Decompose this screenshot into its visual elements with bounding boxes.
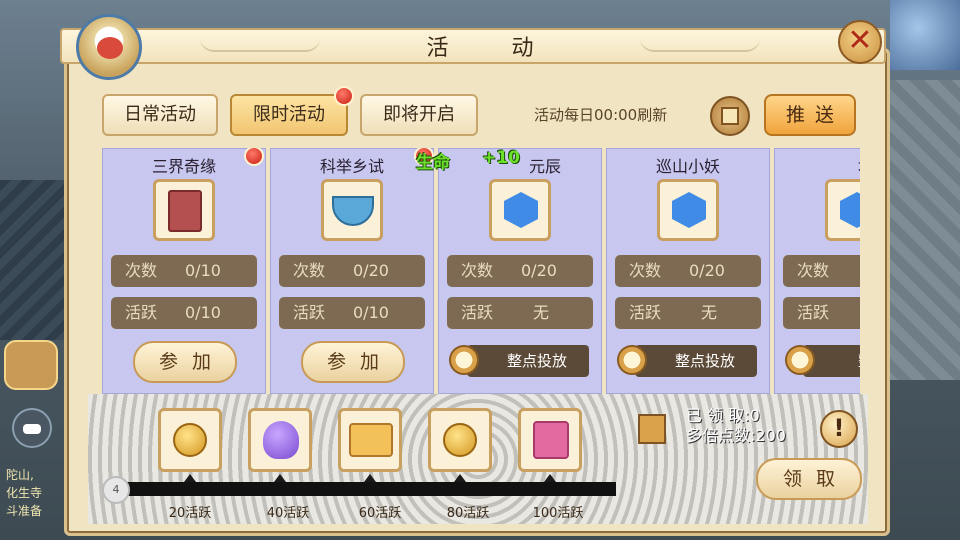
coin-icon [173,423,207,457]
activity-name: 元辰 [528,157,561,176]
tier-label: 80活跃 [446,506,490,521]
multiplier-points: 多倍点数:200 [686,426,786,445]
reward-chest-40[interactable] [248,408,312,472]
count-label: 次数 [461,261,494,280]
friend-icon[interactable] [4,340,58,390]
activity-card[interactable]: 科举乡试 次数 0/20 活跃 0/10 参加 [270,148,434,394]
active-row: 活跃 无 [447,297,593,329]
tick-marker [184,474,196,482]
chat-line-3: 斗准备 [6,504,43,518]
settings-grid-icon[interactable] [710,96,750,136]
activity-name: 地煞 [775,153,860,177]
gift-icon [533,421,569,459]
active-value: 无 [701,303,718,322]
refresh-notice: 活动每日00:00刷新 [534,106,668,124]
gem-icon [657,179,719,241]
active-label: 活跃 [125,303,158,322]
count-label: 次数 [293,261,326,280]
tier-label: 40活跃 [266,506,310,521]
bag-icon [263,421,299,459]
reward-chest-20[interactable] [158,408,222,472]
count-value: 0/20 [353,261,389,280]
hourly-drop-button[interactable]: 整点投放 [635,345,757,377]
reward-chest-80[interactable] [428,408,492,472]
active-label: 活跃 [461,303,494,322]
count-label: 次数 [797,261,830,280]
info-icon[interactable]: ! [820,410,858,448]
tier-label: 60活跃 [358,506,402,521]
scroll-icon [349,423,393,457]
multiplier-book-icon [638,414,666,444]
activity-progress-bar [106,482,616,496]
activity-card[interactable]: 元辰 次数 0/20 活跃 无 整点投放 [438,148,602,394]
gem-icon [489,179,551,241]
push-button[interactable]: 推送 [764,94,856,136]
received-count: 已 领 取:0 [686,406,760,425]
activity-name: 三界奇缘 [151,157,216,176]
active-value: 0/10 [353,303,389,322]
clock-icon [449,345,479,375]
activity-card-list[interactable]: 三界奇缘 次数 0/10 活跃 0/10 参加 科举乡试 次数 0/20 活跃 0/10… [102,148,860,394]
active-label: 活跃 [293,303,326,322]
count-label: 次数 [125,261,158,280]
tab-upcoming[interactable]: 即将开启 [360,94,478,136]
count-row: 次数 0/10 [111,255,257,287]
chat-line-1: 陀山, [6,468,34,482]
tick-marker [274,474,286,482]
book-icon [153,179,215,241]
chat-icon[interactable] [12,408,52,448]
notification-dot [334,86,354,106]
count-value: 0/20 [689,261,725,280]
active-row: 活跃 无 [615,297,761,329]
close-button[interactable]: ✕ [838,20,882,64]
hero-portrait-icon [76,14,142,80]
count-row: 次数 0/20 [447,255,593,287]
tick-marker [544,474,556,482]
reward-chest-60[interactable] [338,408,402,472]
tier-label: 100活跃 [532,506,584,521]
count-value: 0/10 [185,261,221,280]
count-row: 次数 0/20 [615,255,761,287]
active-value: 无 [533,303,550,322]
activity-name: 科举乡试 [319,157,384,176]
active-label: 活跃 [797,303,830,322]
activity-card[interactable]: 地煞 次数 活跃 整点 [774,148,860,394]
window-title: 活 动 [426,36,562,61]
progress-value: 4 [102,476,130,504]
count-row: 次数 0/20 [279,255,425,287]
gem-icon [825,179,860,241]
coin-icon [443,423,477,457]
tier-label: 20活跃 [168,506,212,521]
bowl-icon [321,179,383,241]
tick-marker [454,474,466,482]
claim-button[interactable]: 领取 [756,458,862,500]
tick-marker [364,474,376,482]
count-row: 次数 [783,255,860,287]
active-row: 活跃 0/10 [279,297,425,329]
active-row: 活跃 0/10 [111,297,257,329]
chat-line-2: 化生寺 [6,486,43,500]
join-button[interactable]: 参加 [301,341,405,383]
activity-card[interactable]: 巡山小妖 次数 0/20 活跃 无 整点投放 [606,148,770,394]
active-value: 0/10 [185,303,221,322]
floating-buff-value: +10 [482,148,520,168]
background-roof [0,180,70,340]
clock-icon [785,345,815,375]
count-label: 次数 [629,261,662,280]
count-value: 0/20 [521,261,557,280]
active-label: 活跃 [629,303,662,322]
tab-limited[interactable]: 限时活动 [230,94,348,136]
tab-daily[interactable]: 日常活动 [102,94,218,136]
activity-card[interactable]: 三界奇缘 次数 0/10 活跃 0/10 参加 [102,148,266,394]
hourly-drop-button[interactable]: 整点投放 [467,345,589,377]
background-chat-text: 陀山, 化生寺 斗准备 [6,466,66,520]
floating-buff-text: 生命 [416,153,450,173]
active-row: 活跃 [783,297,860,329]
activity-name: 巡山小妖 [655,157,720,176]
join-button[interactable]: 参加 [133,341,237,383]
clock-icon [617,345,647,375]
received-info: 已 领 取:0 多倍点数:200 [686,406,786,446]
reward-chest-100[interactable] [518,408,582,472]
